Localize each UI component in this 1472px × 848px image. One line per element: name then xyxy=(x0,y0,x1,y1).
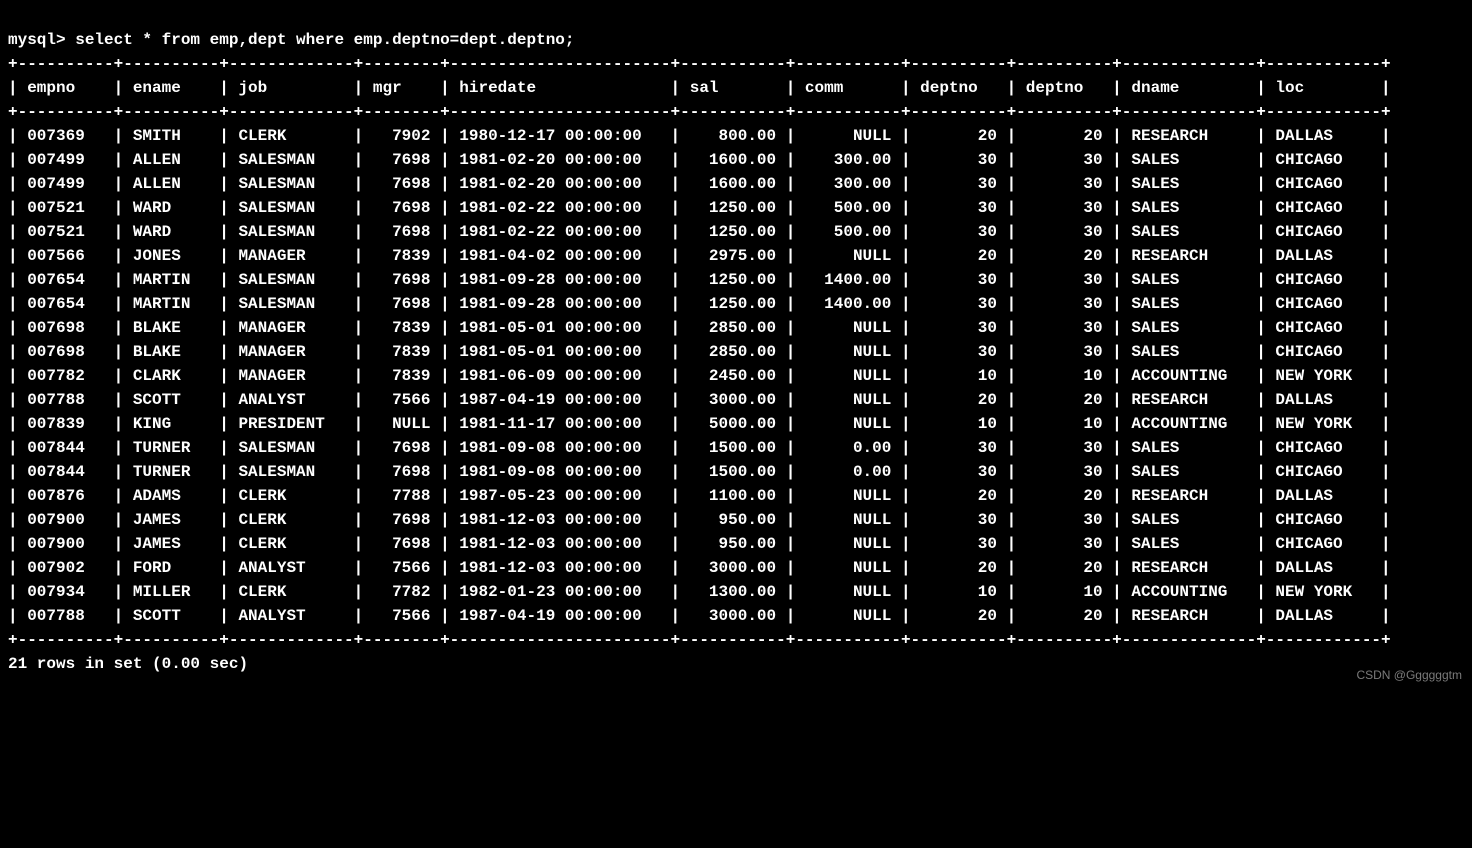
mysql-terminal-output: mysql> select * from emp,dept where emp.… xyxy=(8,28,1464,676)
watermark: CSDN @Ggggggtm xyxy=(1356,666,1462,684)
